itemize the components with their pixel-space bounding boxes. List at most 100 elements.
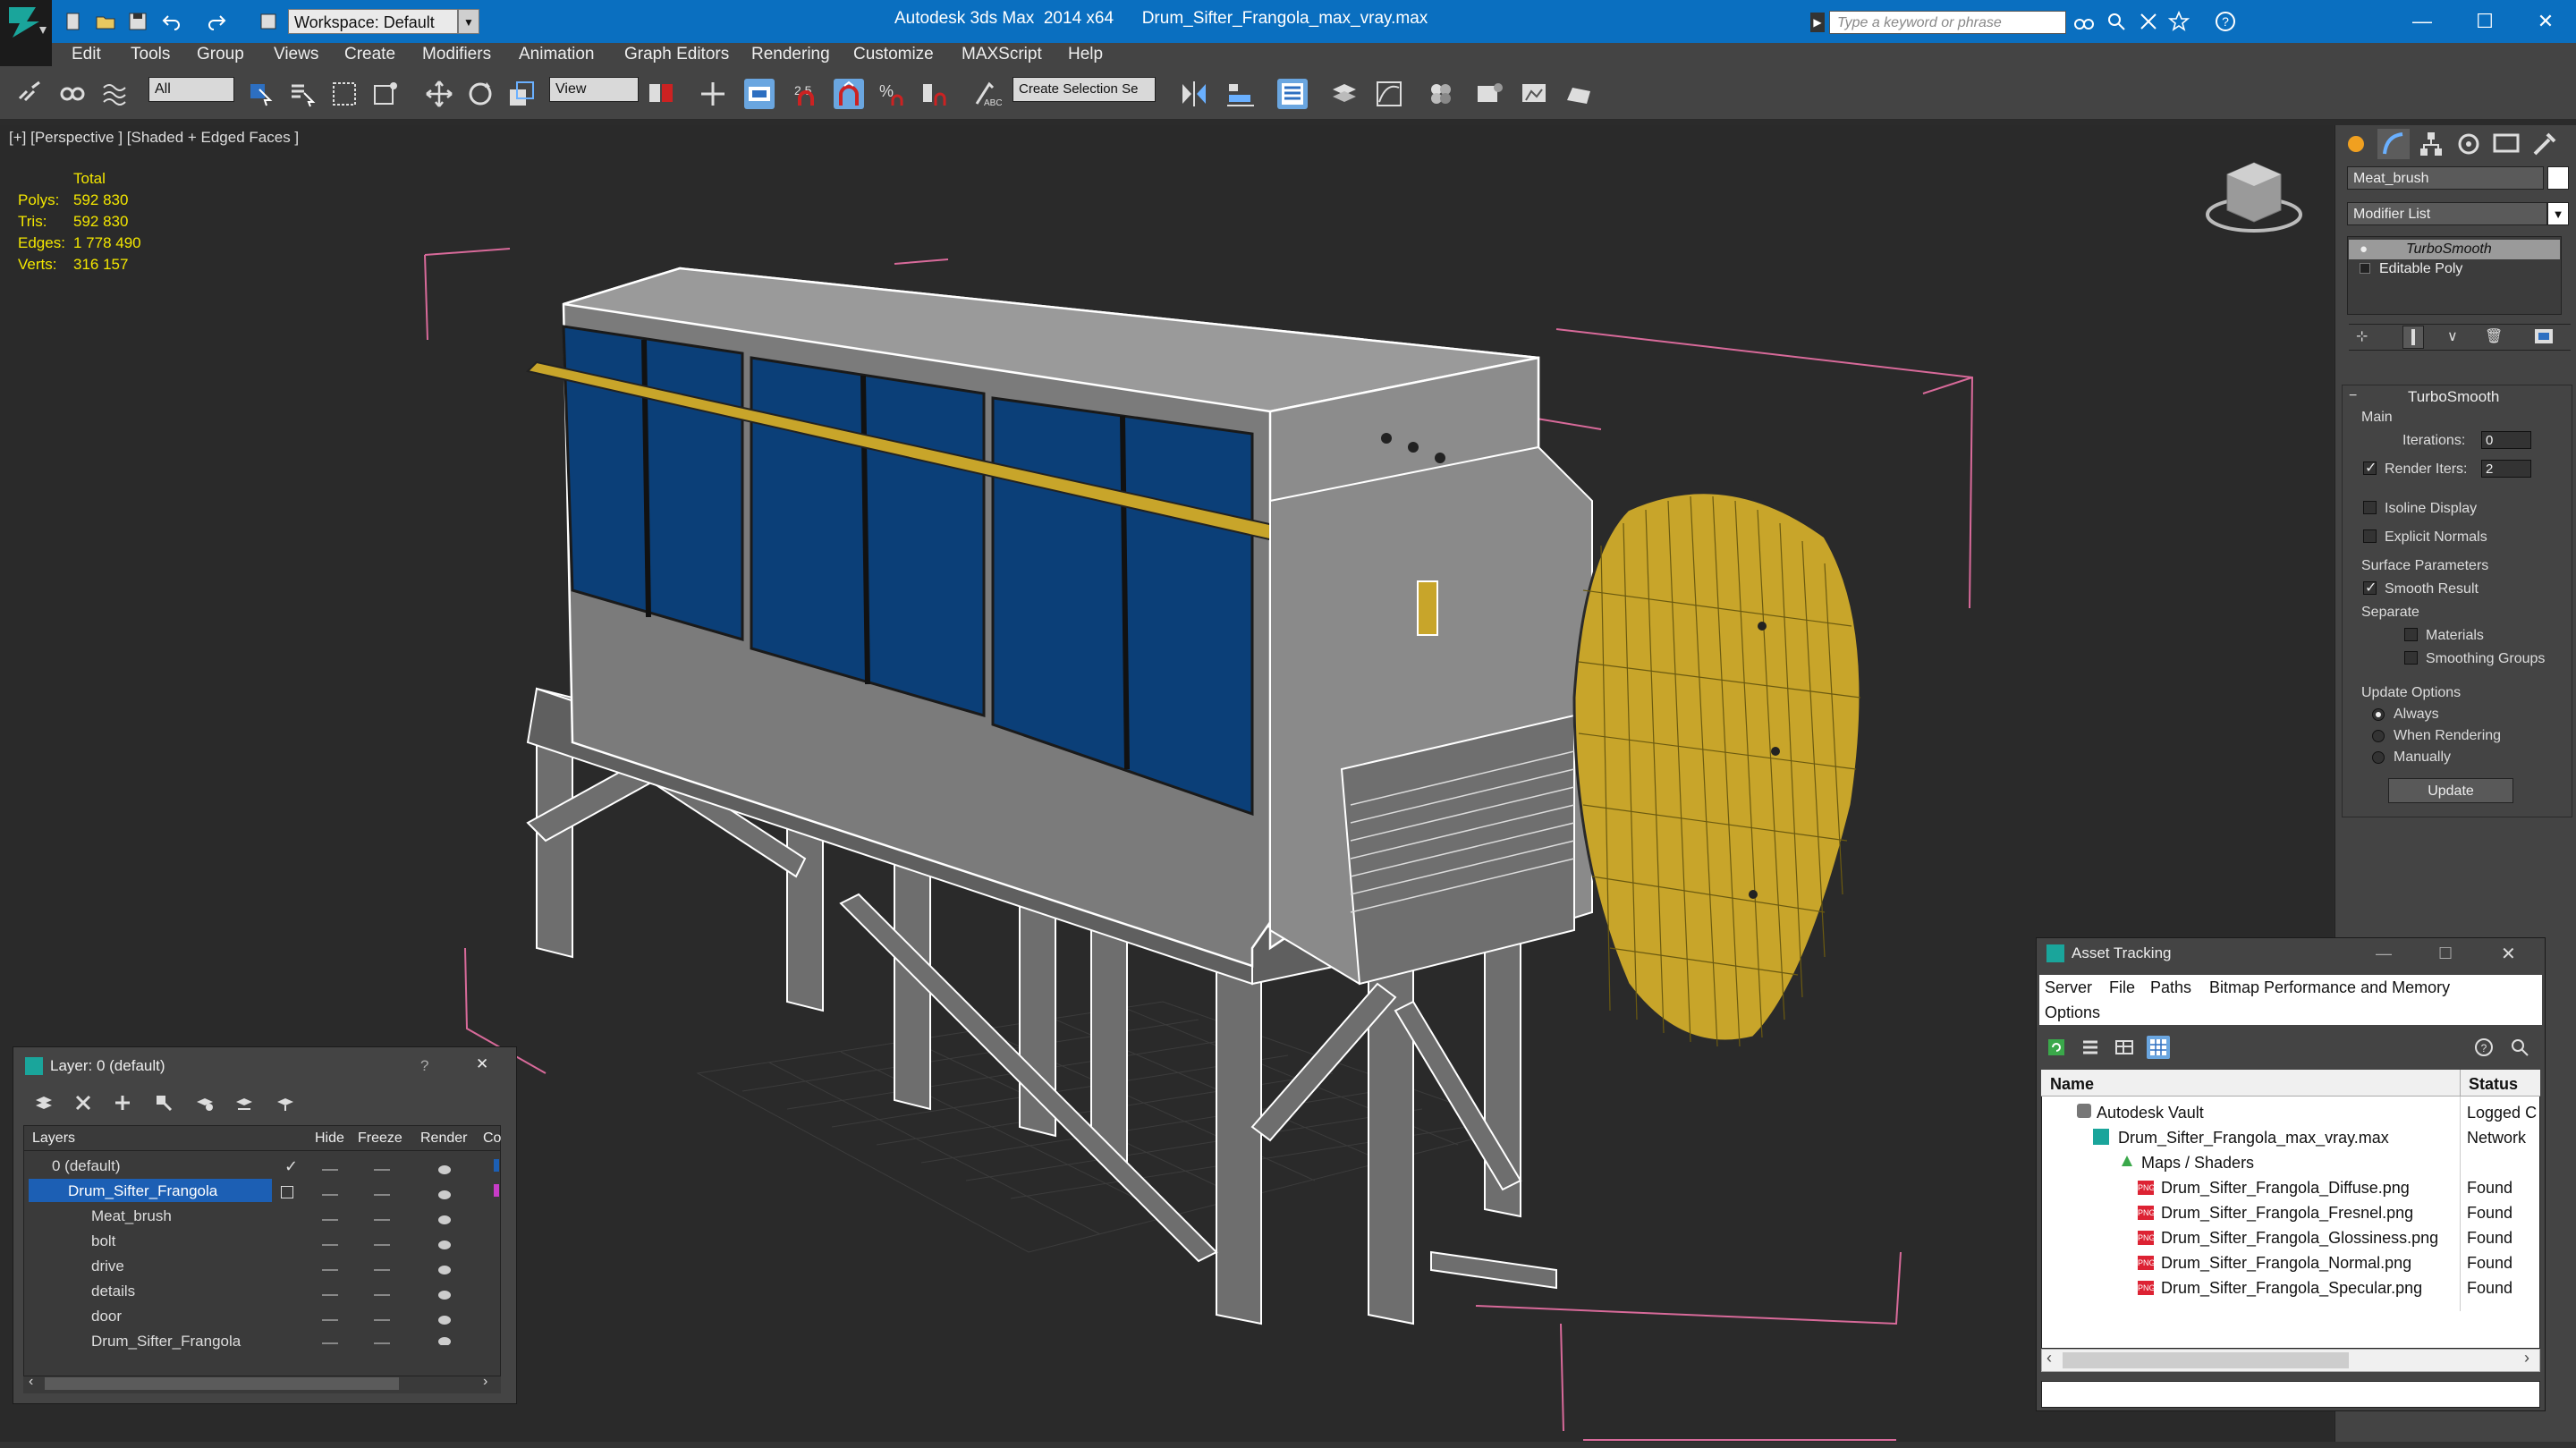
asset-menu-paths[interactable]: Paths: [2150, 978, 2191, 997]
layer-row-door[interactable]: door: [91, 1308, 122, 1325]
new-file-icon[interactable]: [63, 11, 84, 32]
select-objects-in-layer-icon[interactable]: [154, 1093, 174, 1113]
asset-row-fresnel[interactable]: Drum_Sifter_Frangola_Fresnel.png: [2161, 1204, 2413, 1223]
close-button[interactable]: ✕: [2521, 5, 2571, 38]
layer-scroll-thumb[interactable]: [45, 1377, 399, 1390]
asset-maximize-button[interactable]: ☐: [2438, 944, 2453, 963]
help-icon[interactable]: ?: [2215, 11, 2236, 32]
pin-stack-icon[interactable]: ⊹: [2356, 327, 2376, 347]
display-tab-icon[interactable]: [2490, 129, 2522, 159]
show-end-result-icon[interactable]: [2402, 326, 2424, 349]
render-iters-spinner[interactable]: 2: [2481, 460, 2531, 478]
scroll-left-icon[interactable]: ‹: [29, 1374, 33, 1390]
viewcube-icon[interactable]: [2206, 162, 2302, 233]
asset-row-normal[interactable]: Drum_Sifter_Frangola_Normal.png: [2161, 1254, 2411, 1273]
workspace-dropdown-icon[interactable]: ▼: [458, 9, 479, 34]
menu-graph-editors[interactable]: Graph Editors: [624, 45, 729, 64]
explicit-normals-checkbox[interactable]: [2363, 529, 2377, 543]
freeze-all-layers-icon[interactable]: [275, 1093, 295, 1113]
layer-row-drum-sifter-object[interactable]: Drum_Sifter_Frangola: [91, 1333, 241, 1351]
hide-all-layers-icon[interactable]: [234, 1093, 254, 1113]
asset-col-name[interactable]: Name: [2050, 1075, 2094, 1094]
isoline-display-checkbox[interactable]: [2363, 501, 2377, 514]
asset-row-glossiness[interactable]: Drum_Sifter_Frangola_Glossiness.png: [2161, 1229, 2438, 1248]
modify-tab-icon[interactable]: [2377, 129, 2410, 159]
hide-column-cells[interactable]: [318, 1157, 342, 1345]
menu-group[interactable]: Group: [197, 45, 244, 64]
asset-search-icon[interactable]: [2510, 1037, 2529, 1057]
configure-modifier-sets-icon[interactable]: [2531, 326, 2556, 349]
scroll-left-icon[interactable]: ‹: [2046, 1349, 2052, 1368]
menu-create[interactable]: Create: [344, 45, 395, 64]
asset-menu-server[interactable]: Server: [2045, 978, 2092, 997]
bind-space-warp-icon[interactable]: [100, 79, 131, 109]
project-folder-icon[interactable]: [258, 11, 279, 32]
material-editor-icon[interactable]: [1426, 79, 1456, 109]
menu-customize[interactable]: Customize: [853, 45, 934, 64]
layer-close-button[interactable]: ✕: [476, 1055, 488, 1073]
select-object-icon[interactable]: [245, 79, 275, 109]
rollout-collapse-icon[interactable]: −: [2349, 388, 2357, 404]
layer-color-default[interactable]: [494, 1159, 499, 1172]
always-radio[interactable]: [2372, 708, 2385, 721]
rotate-icon[interactable]: [465, 79, 496, 109]
open-file-icon[interactable]: [95, 11, 116, 32]
percent-snap-icon[interactable]: %: [877, 79, 907, 109]
align-icon[interactable]: [1225, 79, 1256, 109]
search-expand-icon[interactable]: ▶: [1810, 13, 1825, 32]
col-color[interactable]: Co: [483, 1130, 501, 1147]
col-layers[interactable]: Layers: [32, 1130, 75, 1147]
render-teapot-icon[interactable]: [433, 1157, 456, 1346]
scroll-right-icon[interactable]: ›: [483, 1374, 487, 1390]
save-file-icon[interactable]: [127, 11, 148, 32]
asset-row-maps[interactable]: Maps / Shaders: [2141, 1154, 2254, 1173]
scene-explorer-icon[interactable]: [1277, 79, 1308, 109]
asset-row-max-file[interactable]: Drum_Sifter_Frangola_max_vray.max: [2118, 1129, 2389, 1147]
asset-help-icon[interactable]: ?: [2474, 1037, 2494, 1057]
layer-row-drum-sifter[interactable]: Drum_Sifter_Frangola: [68, 1182, 217, 1200]
asset-menu-file[interactable]: File: [2109, 978, 2135, 997]
render-setup-icon[interactable]: [1474, 79, 1504, 109]
layer-row-bolt[interactable]: bolt: [91, 1232, 115, 1250]
curve-editor-icon[interactable]: [1374, 79, 1404, 109]
update-button[interactable]: Update: [2388, 778, 2513, 803]
iterations-spinner[interactable]: 0: [2481, 431, 2531, 449]
spinner-snap-icon[interactable]: [919, 79, 950, 109]
edit-named-selection-icon[interactable]: ABC: [971, 79, 1003, 109]
menu-maxscript[interactable]: MAXScript: [962, 45, 1042, 64]
delete-layer-icon[interactable]: [73, 1093, 93, 1113]
motion-tab-icon[interactable]: [2453, 129, 2485, 159]
grid-view-icon[interactable]: [2147, 1036, 2170, 1059]
layer-row-details[interactable]: details: [91, 1283, 135, 1300]
undo-icon[interactable]: [161, 11, 182, 32]
named-selection-input[interactable]: Create Selection Se: [1013, 77, 1156, 102]
layer-row-meat-brush[interactable]: Meat_brush: [91, 1207, 172, 1225]
asset-minimize-button[interactable]: —: [2376, 944, 2392, 963]
asset-scroll-thumb[interactable]: [2063, 1352, 2349, 1368]
menu-modifiers[interactable]: Modifiers: [422, 45, 491, 64]
communication-center-icon[interactable]: [2138, 11, 2159, 32]
modifier-list-dropdown-icon[interactable]: ▼: [2547, 202, 2569, 225]
menu-animation[interactable]: Animation: [519, 45, 595, 64]
manually-radio[interactable]: [2372, 751, 2385, 764]
add-to-layer-icon[interactable]: [113, 1093, 132, 1113]
refresh-icon[interactable]: [2046, 1037, 2066, 1057]
snaps-toggle-icon[interactable]: 2.5: [791, 79, 821, 109]
col-hide[interactable]: Hide: [315, 1130, 344, 1147]
layer-manager-icon[interactable]: [1329, 79, 1360, 109]
utilities-tab-icon[interactable]: [2528, 129, 2560, 159]
select-by-name-icon[interactable]: [286, 79, 317, 109]
redo-icon[interactable]: [206, 11, 227, 32]
asset-row-diffuse[interactable]: Drum_Sifter_Frangola_Diffuse.png: [2161, 1179, 2410, 1198]
asset-row-vault[interactable]: Autodesk Vault: [2097, 1104, 2204, 1122]
rendered-frame-window-icon[interactable]: [1519, 79, 1549, 109]
scale-icon[interactable]: [506, 79, 537, 109]
hierarchy-tab-icon[interactable]: [2415, 129, 2447, 159]
asset-menu-bitmap-performance[interactable]: Bitmap Performance and Memory: [2209, 978, 2450, 997]
keyboard-shortcut-override-icon[interactable]: [744, 79, 775, 109]
col-freeze[interactable]: Freeze: [358, 1130, 402, 1147]
pivot-center-icon[interactable]: [646, 79, 676, 109]
object-color-swatch[interactable]: [2547, 166, 2569, 190]
move-icon[interactable]: [424, 79, 454, 109]
render-iters-checkbox[interactable]: [2363, 459, 2377, 477]
